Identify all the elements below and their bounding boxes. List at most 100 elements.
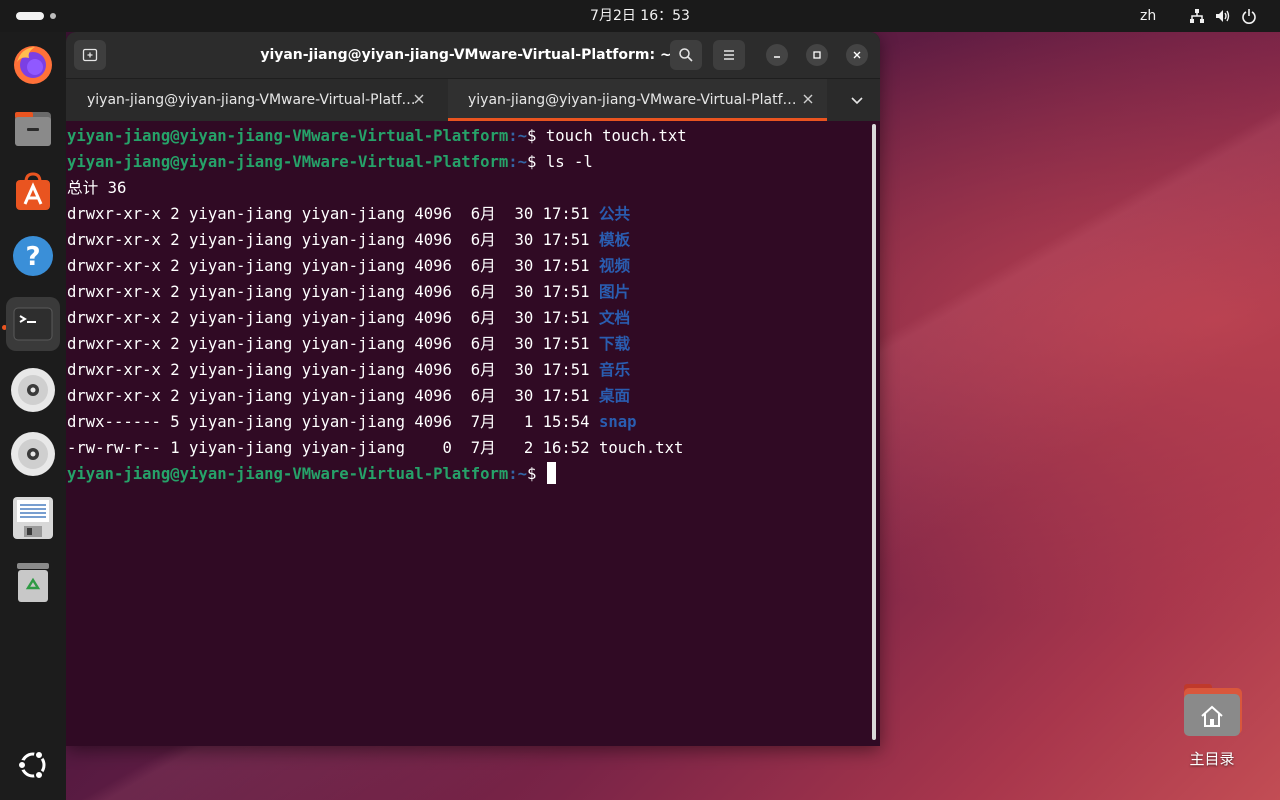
show-apps-button[interactable] — [6, 738, 60, 792]
prompt-symbol: $ — [527, 465, 546, 483]
firefox-icon — [14, 46, 52, 84]
activities-button[interactable] — [16, 12, 56, 20]
workspace-indicator-active — [16, 12, 44, 20]
dock-item-files[interactable] — [6, 101, 60, 155]
top-bar: 7月2日 16：53 zh — [0, 0, 1280, 32]
prompt-path: :~ — [508, 127, 528, 145]
listing-row: drwxr-xr-x 2 yiyan-jiang yiyan-jiang 409… — [67, 357, 630, 383]
terminal-line: yiyan-jiang@yiyan-jiang-VMware-Virtual-P… — [67, 149, 593, 175]
home-folder-icon — [1184, 684, 1242, 736]
maximize-icon — [813, 51, 821, 59]
chevron-down-icon — [851, 97, 863, 105]
dock-item-help[interactable]: ? — [6, 229, 60, 283]
listing-meta: drwxr-xr-x 2 yiyan-jiang yiyan-jiang 409… — [67, 257, 599, 275]
input-language-indicator[interactable]: zh — [1140, 0, 1156, 32]
minimize-icon — [774, 56, 780, 58]
new-tab-icon — [82, 48, 98, 62]
dock-item-trash[interactable] — [6, 555, 60, 609]
listing-row: drwxr-xr-x 2 yiyan-jiang yiyan-jiang 409… — [67, 305, 630, 331]
tab-bar: yiyan-jiang@yiyan-jiang-VMware-Virtual-P… — [66, 78, 880, 121]
listing-meta: -rw-rw-r-- 1 yiyan-jiang yiyan-jiang 0 7… — [67, 439, 599, 457]
tab-1[interactable]: yiyan-jiang@yiyan-jiang-VMware-Virtual-P… — [66, 79, 446, 121]
listing-name: 音乐 — [598, 361, 631, 379]
listing-row: drwxr-xr-x 2 yiyan-jiang yiyan-jiang 409… — [67, 279, 630, 305]
listing-meta: drwxr-xr-x 2 yiyan-jiang yiyan-jiang 409… — [67, 205, 599, 223]
desktop-home-folder[interactable]: 主目录 — [1172, 682, 1252, 772]
network-icon — [1188, 6, 1206, 26]
listing-row: drwxr-xr-x 2 yiyan-jiang yiyan-jiang 409… — [67, 331, 630, 357]
listing-name: 桌面 — [598, 387, 631, 405]
total-line: 总计 36 — [67, 179, 127, 197]
terminal-icon — [13, 307, 53, 341]
dock-item-disc-2[interactable] — [6, 427, 60, 481]
dock-item-floppy[interactable] — [6, 491, 60, 545]
listing-name: 图片 — [598, 283, 631, 301]
listing-meta: drwx------ 5 yiyan-jiang yiyan-jiang 409… — [67, 413, 599, 431]
terminal-window: yiyan-jiang@yiyan-jiang-VMware-Virtual-P… — [66, 32, 880, 746]
text-cursor — [546, 462, 556, 484]
prompt-user: yiyan-jiang@yiyan-jiang-VMware-Virtual-P… — [67, 127, 509, 145]
dock-item-app-center[interactable] — [6, 165, 60, 219]
floppy-drive-icon — [13, 497, 53, 539]
listing-meta: drwxr-xr-x 2 yiyan-jiang yiyan-jiang 409… — [67, 361, 599, 379]
scrollbar[interactable] — [872, 124, 876, 740]
listing-row: drwxr-xr-x 2 yiyan-jiang yiyan-jiang 409… — [67, 201, 630, 227]
listing-name: 下载 — [598, 335, 631, 353]
tab-2[interactable]: yiyan-jiang@yiyan-jiang-VMware-Virtual-P… — [448, 79, 827, 121]
maximize-button[interactable] — [806, 44, 828, 66]
command-text: ls -l — [545, 153, 593, 171]
workspace-indicator — [50, 13, 56, 19]
new-tab-button[interactable] — [74, 40, 106, 70]
tab-label: yiyan-jiang@yiyan-jiang-VMware-Virtual-P… — [468, 92, 797, 108]
help-icon: ? — [13, 236, 53, 276]
minimize-button[interactable] — [766, 44, 788, 66]
dock-item-disc-1[interactable] — [6, 363, 60, 417]
listing-row: drwxr-xr-x 2 yiyan-jiang yiyan-jiang 409… — [67, 253, 630, 279]
system-tray[interactable] — [1188, 6, 1258, 26]
hamburger-menu-icon — [724, 50, 734, 60]
terminal-line: yiyan-jiang@yiyan-jiang-VMware-Virtual-P… — [67, 123, 687, 149]
optical-disc-icon — [11, 368, 55, 412]
listing-name: 文档 — [598, 309, 631, 327]
listing-row: drwx------ 5 yiyan-jiang yiyan-jiang 409… — [67, 409, 637, 435]
tab-label: yiyan-jiang@yiyan-jiang-VMware-Virtual-P… — [87, 92, 416, 108]
trash-icon — [17, 563, 49, 602]
command-text: touch touch.txt — [545, 127, 687, 145]
listing-row: drwxr-xr-x 2 yiyan-jiang yiyan-jiang 409… — [67, 383, 630, 409]
prompt-symbol: $ — [527, 127, 546, 145]
close-tab-icon[interactable] — [412, 92, 426, 106]
terminal-output[interactable]: yiyan-jiang@yiyan-jiang-VMware-Virtual-P… — [66, 120, 866, 746]
prompt-path: :~ — [508, 465, 528, 483]
files-icon — [15, 112, 51, 146]
close-window-button[interactable] — [846, 44, 868, 66]
listing-meta: drwxr-xr-x 2 yiyan-jiang yiyan-jiang 409… — [67, 387, 599, 405]
volume-icon — [1214, 6, 1232, 26]
prompt-path: :~ — [508, 153, 528, 171]
clock[interactable]: 7月2日 16：53 — [590, 8, 690, 24]
window-title: yiyan-jiang@yiyan-jiang-VMware-Virtual-P… — [260, 47, 672, 63]
menu-button[interactable] — [713, 40, 745, 70]
prompt-user: yiyan-jiang@yiyan-jiang-VMware-Virtual-P… — [67, 465, 509, 483]
dock-item-firefox[interactable] — [6, 37, 60, 91]
dock-item-terminal[interactable] — [6, 297, 60, 351]
search-button[interactable] — [670, 40, 702, 70]
listing-meta: drwxr-xr-x 2 yiyan-jiang yiyan-jiang 409… — [67, 335, 599, 353]
prompt-symbol: $ — [527, 153, 546, 171]
title-bar[interactable]: yiyan-jiang@yiyan-jiang-VMware-Virtual-P… — [66, 32, 880, 78]
power-icon — [1240, 6, 1258, 26]
prompt-user: yiyan-jiang@yiyan-jiang-VMware-Virtual-P… — [67, 153, 509, 171]
listing-row: drwxr-xr-x 2 yiyan-jiang yiyan-jiang 409… — [67, 227, 630, 253]
ubuntu-logo-icon — [17, 750, 46, 780]
home-folder-label: 主目录 — [1189, 750, 1235, 768]
dock: ? — [0, 32, 66, 800]
listing-meta: drwxr-xr-x 2 yiyan-jiang yiyan-jiang 409… — [67, 283, 599, 301]
listing-name: touch.txt — [598, 439, 684, 457]
tab-overflow-button[interactable] — [842, 91, 872, 111]
terminal-line: yiyan-jiang@yiyan-jiang-VMware-Virtual-P… — [67, 461, 556, 487]
close-icon — [853, 51, 861, 59]
listing-row: -rw-rw-r-- 1 yiyan-jiang yiyan-jiang 0 7… — [67, 435, 683, 461]
app-center-icon — [16, 172, 50, 210]
search-icon — [679, 48, 693, 62]
listing-name: 公共 — [598, 205, 631, 223]
close-tab-icon[interactable] — [801, 92, 815, 106]
